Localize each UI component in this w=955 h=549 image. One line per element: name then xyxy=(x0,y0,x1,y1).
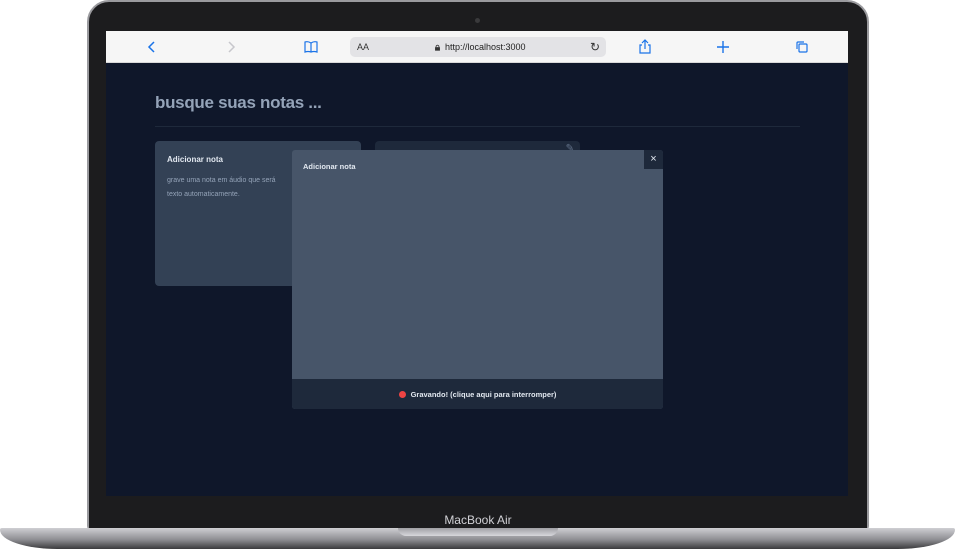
new-tab-icon[interactable] xyxy=(713,37,733,57)
device-label: MacBook Air xyxy=(444,513,512,527)
camera-icon xyxy=(475,18,480,23)
reload-icon[interactable]: ↻ xyxy=(590,37,600,57)
back-icon[interactable] xyxy=(142,37,162,57)
modal-title: Adicionar nota xyxy=(303,162,356,171)
close-button[interactable]: × xyxy=(644,150,663,169)
screen: AA http://localhost:3000 ↻ busque suas n… xyxy=(106,31,848,496)
tabs-icon[interactable] xyxy=(792,37,812,57)
url-text: http://localhost:3000 xyxy=(445,42,526,52)
recording-icon xyxy=(398,390,406,398)
add-note-modal: × Adicionar nota Gravando! (clique aqui … xyxy=(292,150,663,409)
search-input[interactable]: busque suas notas ... xyxy=(155,93,322,113)
divider xyxy=(155,126,800,127)
share-icon[interactable] xyxy=(635,37,655,57)
stop-recording-button[interactable]: Gravando! (clique aqui para interromper) xyxy=(292,379,663,409)
forward-icon[interactable] xyxy=(221,37,241,57)
browser-toolbar: AA http://localhost:3000 ↻ xyxy=(106,31,848,63)
bookmarks-icon[interactable] xyxy=(301,37,321,57)
text-size-button[interactable]: AA xyxy=(357,37,369,57)
recording-label: Gravando! (clique aqui para interromper) xyxy=(410,389,557,399)
address-bar[interactable]: AA http://localhost:3000 ↻ xyxy=(350,37,606,57)
laptop-bezel: MacBook Air xyxy=(89,510,867,530)
laptop-notch xyxy=(398,528,558,536)
lock-icon xyxy=(435,44,440,51)
